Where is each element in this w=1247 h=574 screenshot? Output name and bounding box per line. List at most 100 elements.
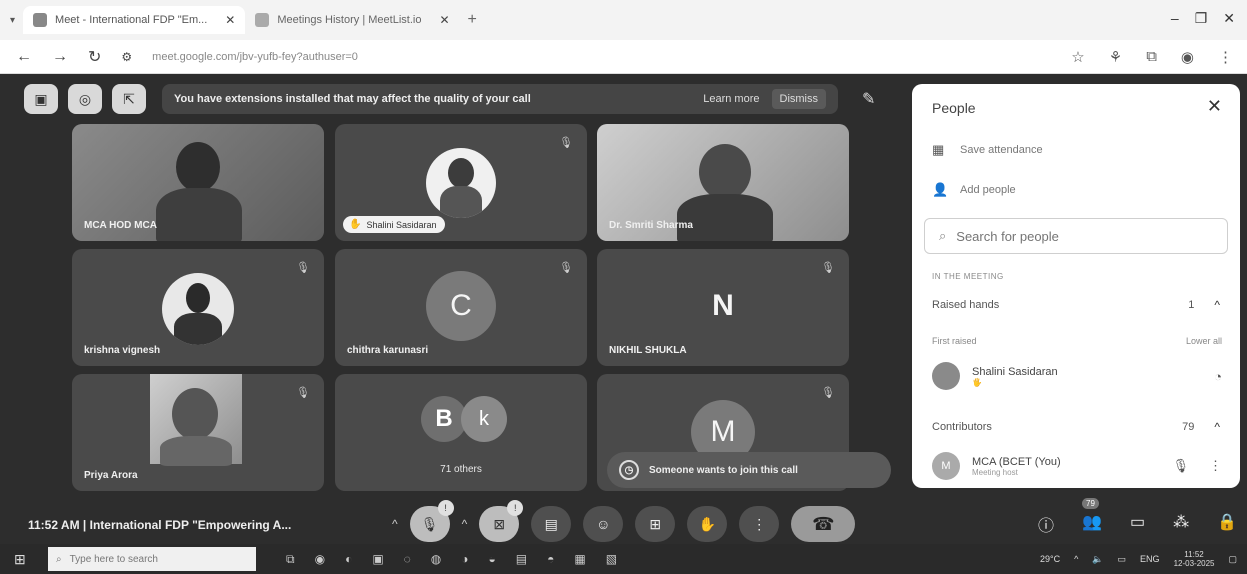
mic-options-chevron-icon[interactable]: ^ [392, 517, 398, 531]
join-request-text: Someone wants to join this call [649, 464, 798, 476]
emoji-icon: ☺ [596, 516, 611, 532]
weather-text[interactable]: 29°C [1040, 554, 1060, 564]
lower-all-button[interactable]: Lower all [1186, 336, 1222, 346]
participant-avatar [426, 148, 496, 218]
notifications-icon[interactable]: ▢ [1228, 554, 1237, 565]
profile-avatar-icon[interactable]: ◉ [1181, 48, 1194, 66]
browser-menu-icon[interactable]: ⋮ [1218, 48, 1233, 66]
browser-actions: ☆ ⚘ ⧉ ◉ ⋮ [1071, 48, 1233, 66]
save-attendance-row[interactable]: ▦ Save attendance [932, 142, 1043, 158]
forward-icon[interactable]: → [52, 48, 68, 66]
layout-button[interactable]: ▣ [24, 84, 58, 114]
chrome-icon[interactable]: ◉ [315, 552, 325, 567]
camera-toggle-button[interactable]: ⊠ ! [479, 500, 524, 542]
present-button[interactable]: ⊞ [635, 506, 676, 542]
participant-tile[interactable]: MCA HOD MCA [72, 124, 324, 241]
app-icon[interactable]: ◑ [461, 552, 468, 567]
participant-tile[interactable]: 🎙 krishna vignesh [72, 249, 324, 366]
taskbar-clock[interactable]: 11:52 12-03-2025 [1174, 550, 1215, 568]
search-icon: ⌕ [939, 228, 947, 243]
muted-mic-icon: 🎙 [821, 262, 835, 274]
participant-tile[interactable]: N 🎙 NIKHIL SHUKLA [597, 249, 849, 366]
app-icon[interactable]: ▤ [516, 552, 527, 567]
windows-start-icon[interactable]: ⊞ [14, 551, 32, 568]
file-explorer-icon[interactable]: ▣ [372, 552, 383, 567]
reload-icon[interactable]: ↻ [88, 47, 101, 67]
pen-icon[interactable]: ✎ [862, 89, 875, 109]
tab-list-chevron-icon[interactable]: ▾ [10, 15, 15, 26]
person-info: Shalini Sasidaran 🖐 [972, 366, 1058, 387]
raised-hand-person[interactable]: Shalini Sasidaran 🖐 ◔ [932, 362, 1222, 390]
participant-name: Shalini Sasidaran [366, 219, 437, 230]
meeting-info-icon[interactable]: ⓘ [1038, 512, 1054, 536]
leave-call-button[interactable]: ☎ [791, 506, 856, 542]
companion-button[interactable]: ⇱ [112, 84, 146, 114]
participant-name: MCA HOD MCA [84, 220, 157, 231]
url-field[interactable]: meet.google.com/jbv-yufb-fey?authuser=0 [152, 51, 358, 63]
effects-button[interactable]: ◎ [68, 84, 102, 114]
chat-icon[interactable]: ▭ [1130, 512, 1145, 536]
tray-chevron-icon[interactable]: ^ [1074, 554, 1078, 564]
raise-hand-button[interactable]: ✋ [687, 506, 728, 542]
participant-tile[interactable]: C 🎙 chithra karunasri [335, 249, 587, 366]
minimize-icon[interactable]: – [1171, 10, 1179, 27]
close-tab-icon[interactable]: ✕ [225, 13, 235, 27]
app-icon[interactable]: ◍ [431, 552, 441, 567]
maximize-icon[interactable]: ❐ [1195, 10, 1208, 27]
extension-icon[interactable]: ⚘ [1109, 48, 1122, 66]
camera-options-chevron-icon[interactable]: ^ [462, 517, 468, 531]
add-people-row[interactable]: 👤 Add people [932, 182, 1016, 198]
captions-button[interactable]: ▤ [531, 506, 572, 542]
tab-meet-label: Meet - International FDP "Em... [55, 14, 208, 26]
app-icon[interactable]: ◐ [345, 552, 352, 567]
others-tile[interactable]: B k 71 others [335, 374, 587, 491]
others-count-label: 71 others [440, 464, 482, 475]
emoji-button[interactable]: ☺ [583, 506, 624, 542]
contributors-group[interactable]: Contributors 79 ^ [924, 420, 1228, 434]
app-icon[interactable]: ◓ [547, 552, 554, 567]
muted-mic-icon[interactable]: 🎙 [1172, 458, 1189, 474]
app-icon[interactable]: ▦ [574, 552, 585, 567]
participant-tile[interactable]: 🎙 Priya Arora [72, 374, 324, 491]
network-icon[interactable]: ▭ [1118, 554, 1127, 565]
taskbar-search[interactable]: ⌕ Type here to search [48, 547, 256, 571]
join-request-toast[interactable]: ◷ Someone wants to join this call [607, 452, 891, 488]
avatar-head [448, 158, 474, 188]
tab-meetlist[interactable]: Meetings History | MeetList.io ✕ [245, 6, 459, 34]
learn-more-link[interactable]: Learn more [703, 93, 759, 105]
activities-icon[interactable]: ⁂ [1173, 512, 1189, 536]
search-people-input[interactable] [956, 228, 1197, 244]
participant-body [160, 436, 232, 466]
people-panel: People ✕ ▦ Save attendance 👤 Add people … [912, 84, 1240, 488]
participant-tile[interactable]: Dr. Smriti Sharma [597, 124, 849, 241]
language-indicator[interactable]: ENG [1140, 554, 1160, 564]
tab-meet[interactable]: Meet - International FDP "Em... ✕ [23, 6, 246, 34]
control-buttons: ^ 🎙 ! ^ ⊠ ! ▤ ☺ ⊞ ✋ ⋮ ☎ [392, 500, 856, 542]
people-button[interactable]: 79 👥 [1082, 498, 1102, 536]
volume-icon[interactable]: 🔈 [1092, 554, 1103, 565]
end-call-icon: ☎ [812, 513, 835, 534]
new-tab-icon[interactable]: + [468, 11, 477, 29]
lower-hand-icon[interactable]: ◔ [1214, 369, 1222, 384]
app-icon[interactable]: ◒ [489, 552, 496, 567]
participant-tile[interactable]: 🎙 ✋ Shalini Sasidaran [335, 124, 587, 241]
close-panel-icon[interactable]: ✕ [1207, 96, 1222, 117]
site-info-icon[interactable]: ⚙ [121, 50, 132, 64]
mic-toggle-button[interactable]: 🎙 ! [409, 500, 454, 542]
close-tab-icon[interactable]: ✕ [439, 13, 449, 27]
close-window-icon[interactable]: ✕ [1223, 10, 1235, 27]
bookmark-star-icon[interactable]: ☆ [1071, 48, 1084, 66]
raised-hands-group[interactable]: Raised hands 1 ^ [924, 298, 1228, 312]
back-icon[interactable]: ← [16, 48, 32, 66]
edge-icon[interactable]: ◌ [404, 552, 411, 567]
person-name: MCA (BCET (You) [972, 455, 1061, 468]
host-controls-icon[interactable]: 🔒 [1217, 512, 1237, 536]
app-icon[interactable]: ▧ [606, 552, 617, 567]
more-vert-icon[interactable]: ⋮ [1209, 458, 1222, 474]
more-options-button[interactable]: ⋮ [739, 506, 780, 542]
task-view-icon[interactable]: ⧉ [286, 552, 295, 567]
extensions-puzzle-icon[interactable]: ⧉ [1146, 48, 1157, 66]
people-search[interactable]: ⌕ [924, 218, 1228, 254]
self-person[interactable]: M MCA (BCET (You) Meeting host 🎙 ⋮ [932, 452, 1222, 480]
dismiss-button[interactable]: Dismiss [771, 89, 826, 109]
